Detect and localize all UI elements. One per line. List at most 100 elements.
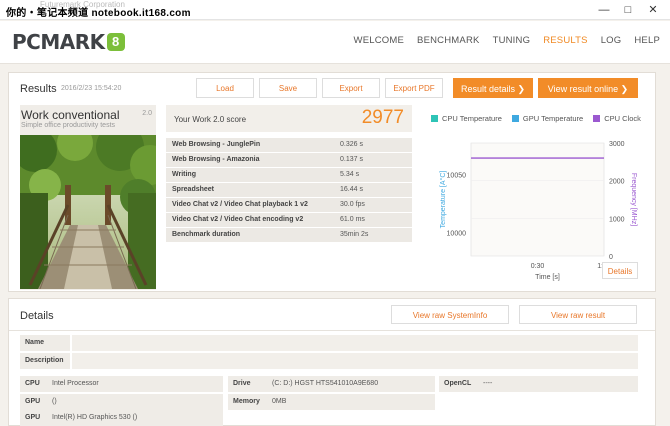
view-result-online-button[interactable]: View result online ❯ xyxy=(538,78,638,98)
legend-cpu-clock[interactable]: CPU Clock xyxy=(593,114,641,123)
legend-label: CPU Temperature xyxy=(442,114,502,123)
subscore-row: Video Chat v2 / Video Chat playback 1 v2… xyxy=(166,197,412,212)
nav-help[interactable]: HELP xyxy=(634,35,660,46)
subscore-row: Writing 5.34 s xyxy=(166,167,412,182)
subscore-value: 0.326 s xyxy=(340,141,363,148)
app-header: PCMARK 8 WELCOME BENCHMARK TUNING RESULT… xyxy=(0,21,670,64)
chevron-right-icon: ❯ xyxy=(620,84,629,94)
subscore-row: Web Browsing - JunglePin 0.326 s xyxy=(166,137,412,152)
subscore-row: Spreadsheet 16.44 s xyxy=(166,182,412,197)
legend-swatch xyxy=(431,115,438,122)
x-axis-label: Time [s] xyxy=(535,274,560,281)
name-label-cell: Name xyxy=(20,335,70,351)
view-raw-systeminfo-button[interactable]: View raw SystemInfo xyxy=(391,305,509,324)
opencl-row: OpenCL ---- xyxy=(439,376,638,392)
test-card: Work conventional 2.0 Simple office prod… xyxy=(20,105,156,290)
save-button[interactable]: Save xyxy=(259,78,317,98)
details-panel: Details View raw SystemInfo View raw res… xyxy=(8,298,656,426)
score-value: 2977 xyxy=(361,107,404,128)
x-tick-label: 0:30 xyxy=(531,263,545,270)
opencl-label: OpenCL xyxy=(444,380,472,387)
name-value-cell xyxy=(72,335,638,351)
subscore-value: 16.44 s xyxy=(340,186,363,193)
subscore-label: Video Chat v2 / Video Chat playback 1 v2 xyxy=(172,201,308,208)
close-button[interactable]: ✕ xyxy=(641,2,665,18)
subscore-value: 30.0 fps xyxy=(340,201,365,208)
results-date: 2016/2/23 15:54:20 xyxy=(61,85,122,92)
details-title: Details xyxy=(20,310,54,322)
cpu-value: Intel Processor xyxy=(52,380,99,387)
chart-details-button[interactable]: Details xyxy=(602,262,638,279)
nav-results[interactable]: RESULTS xyxy=(543,35,588,46)
subscore-row: Video Chat v2 / Video Chat encoding v2 6… xyxy=(166,212,412,227)
test-version: 2.0 xyxy=(142,110,152,117)
y-left-axis-label: Temperature [A°C] xyxy=(439,171,447,229)
description-label-cell: Description xyxy=(20,353,70,369)
pcmark-logo: PCMARK 8 xyxy=(12,30,125,54)
export-button[interactable]: Export xyxy=(322,78,380,98)
score-box: Your Work 2.0 score 2977 xyxy=(166,105,412,132)
result-details-button[interactable]: Result details ❯ xyxy=(453,78,533,98)
results-title: Results xyxy=(20,83,57,95)
subscore-row: Benchmark duration 35min 2s xyxy=(166,227,412,242)
legend-label: CPU Clock xyxy=(604,114,641,123)
y-right-tick-label: 1000 xyxy=(609,216,625,223)
watermark-text: 你的・笔记本频道 notebook.it168.com xyxy=(6,8,191,19)
y-right-axis-label: Frequency [MHz] xyxy=(630,173,637,226)
view-raw-result-button[interactable]: View raw result xyxy=(519,305,637,324)
test-description: Simple office productivity tests xyxy=(21,122,116,129)
memory-label: Memory xyxy=(233,398,260,405)
score-label: Your Work 2.0 score xyxy=(174,115,247,124)
nav-welcome[interactable]: WELCOME xyxy=(354,35,405,46)
subscore-value: 0.137 s xyxy=(340,156,363,163)
gpu-row: GPU () xyxy=(20,394,223,410)
y-left-tick-label: 10000 xyxy=(447,230,467,237)
main-nav: WELCOME BENCHMARK TUNING RESULTS LOG HEL… xyxy=(341,35,660,46)
subscore-label: Benchmark duration xyxy=(172,231,241,238)
description-value-cell xyxy=(72,353,638,369)
logo-text: PCMARK xyxy=(12,30,105,54)
legend-cpu-temp[interactable]: CPU Temperature xyxy=(431,114,502,123)
subscore-label: Spreadsheet xyxy=(172,186,215,193)
y-right-tick-label: 0 xyxy=(609,254,613,261)
nav-benchmark[interactable]: BENCHMARK xyxy=(417,35,480,46)
drive-row: Drive (C: D:) HGST HTS541010A9E680 xyxy=(228,376,435,392)
chevron-right-icon: ❯ xyxy=(517,84,526,94)
y-right-tick-label: 2000 xyxy=(609,179,625,186)
result-details-label: Result details xyxy=(460,84,515,94)
legend-gpu-temp[interactable]: GPU Temperature xyxy=(511,114,584,123)
view-result-online-label: View result online xyxy=(547,84,619,94)
subscore-label: Web Browsing - JunglePin xyxy=(172,141,261,148)
cpu-row: CPU Intel Processor xyxy=(20,376,223,392)
legend-swatch xyxy=(593,115,601,122)
description-label: Description xyxy=(25,357,64,364)
test-name: Work conventional xyxy=(21,108,120,122)
y-left-tick-label: 10050 xyxy=(447,173,467,180)
rope-bridge-image xyxy=(20,135,156,289)
chart-legend: CPU Temperature GPU Temperature CPU Cloc… xyxy=(431,114,651,123)
maximize-button[interactable]: □ xyxy=(616,2,640,18)
results-panel: Results 2016/2/23 15:54:20 Load Save Exp… xyxy=(8,72,656,292)
subscore-value: 5.34 s xyxy=(340,171,360,178)
cpu-label: CPU xyxy=(25,380,40,387)
subscore-label: Video Chat v2 / Video Chat encoding v2 xyxy=(172,216,304,223)
subscore-label: Web Browsing - Amazonia xyxy=(172,156,260,163)
gpu-value: () xyxy=(52,398,57,405)
nav-log[interactable]: LOG xyxy=(601,35,622,46)
gpu-label: GPU xyxy=(25,398,41,405)
nav-tuning[interactable]: TUNING xyxy=(493,35,531,46)
export-pdf-button[interactable]: Export PDF xyxy=(385,78,443,98)
y-right-tick-label: 3000 xyxy=(609,141,625,148)
opencl-value: ---- xyxy=(483,380,493,387)
gpu-label: GPU xyxy=(25,414,41,421)
minimize-button[interactable]: — xyxy=(592,2,616,18)
chart-grid xyxy=(470,142,605,257)
logo-badge: 8 xyxy=(106,33,125,51)
legend-label: GPU Temperature xyxy=(522,114,584,123)
gpu-row: GPU Intel(R) HD Graphics 530 () xyxy=(20,410,223,426)
subscore-value: 35min 2s xyxy=(340,231,369,238)
title-bar: Futuremark Corporation 你的・笔记本频道 notebook… xyxy=(0,0,670,20)
gpu-value: Intel(R) HD Graphics 530 () xyxy=(52,414,138,421)
load-button[interactable]: Load xyxy=(196,78,254,98)
monitoring-chart: 300020001000010050100000:301:00Time [s]T… xyxy=(439,141,637,281)
